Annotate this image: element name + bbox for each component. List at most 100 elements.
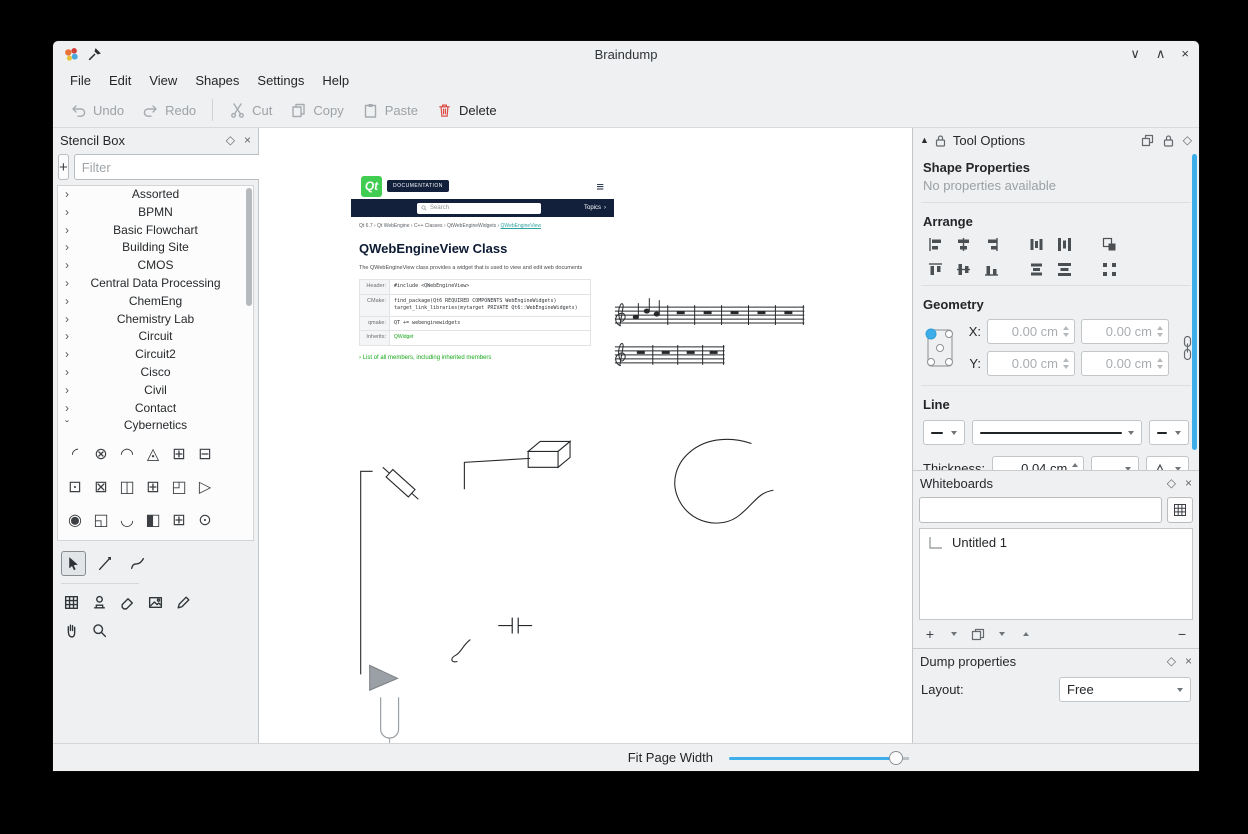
stencil-item-icon[interactable]: ◉ (62, 503, 88, 536)
float-panel-icon[interactable]: ◇ (226, 134, 235, 146)
stencil-category-row[interactable]: › Circuit (58, 328, 253, 346)
triangle-shape[interactable] (370, 665, 398, 690)
expander-arrow-icon[interactable]: › (65, 275, 69, 293)
stencil-category-row[interactable]: › CMOS (58, 257, 253, 275)
redo-button[interactable]: Redo (133, 98, 205, 123)
stencil-category-row[interactable]: › Circuit2 (58, 346, 253, 364)
stencil-item-icon[interactable]: ◻ (114, 536, 140, 541)
zoom-slider-handle[interactable] (889, 751, 903, 765)
y-position-spinbox[interactable]: 0.00 cm (987, 351, 1075, 376)
stencil-category-row[interactable]: › Civil (58, 382, 253, 400)
board-view-button[interactable] (1167, 497, 1193, 523)
position-anchor-widget[interactable] (923, 324, 957, 372)
stencil-item-icon[interactable]: ◰ (166, 470, 192, 503)
squiggle-shape[interactable] (452, 640, 471, 662)
menu-item[interactable]: Edit (100, 70, 140, 91)
duplicate-board-button[interactable] (971, 626, 985, 642)
expander-arrow-icon[interactable]: › (65, 346, 69, 364)
eraser-tool-button[interactable] (117, 592, 138, 613)
height-spinbox[interactable]: 0.00 cm (1081, 351, 1169, 376)
tool-options-scrollbar[interactable] (1192, 154, 1197, 450)
pencil-tool-button[interactable] (173, 592, 194, 613)
stencil-category-row[interactable]: › Building Site (58, 239, 253, 257)
expander-arrow-icon[interactable]: › (65, 222, 69, 240)
image-tool-button[interactable] (145, 592, 166, 613)
undo-button[interactable]: Undo (61, 98, 133, 123)
freehand-tool-button[interactable] (93, 551, 118, 576)
grid-tool-button[interactable] (61, 592, 82, 613)
line-cap-combo[interactable] (923, 420, 965, 445)
chevron-down-icon[interactable] (995, 626, 1009, 642)
menu-item[interactable]: View (140, 70, 186, 91)
diode-shape[interactable] (379, 464, 421, 503)
stencil-category-row[interactable]: ˇ Cybernetics (58, 417, 253, 435)
pan-tool-button[interactable] (61, 620, 82, 641)
layout-combo[interactable]: Free (1059, 677, 1191, 702)
detach-icon[interactable] (1141, 134, 1154, 147)
float-panel-icon[interactable]: ◇ (1167, 477, 1176, 489)
minimize-button[interactable]: ∨ (1130, 41, 1140, 67)
expander-arrow-icon[interactable]: ˇ (65, 417, 69, 435)
expander-arrow-icon[interactable]: › (65, 382, 69, 400)
stencil-item-icon[interactable]: ◜ (62, 437, 88, 470)
stencil-item-icon[interactable]: ◱ (88, 503, 114, 536)
line-style-combo[interactable] (972, 420, 1142, 445)
spread-objects-icon[interactable] (1101, 261, 1118, 278)
group-objects-icon[interactable] (1101, 236, 1118, 253)
width-spinbox[interactable]: 0.00 cm (1081, 319, 1169, 344)
thickness-spinbox[interactable]: 0.04 cm (992, 456, 1084, 470)
stencil-item-icon[interactable]: ▷ (192, 470, 218, 503)
paste-button[interactable]: Paste (353, 98, 427, 123)
copy-button[interactable]: Copy (281, 98, 352, 123)
stencil-category-row[interactable]: › Chemistry Lab (58, 311, 253, 329)
calligraphy-tool-button[interactable] (125, 551, 150, 576)
freehand-curve-shape[interactable] (675, 439, 774, 523)
polyline-shape[interactable] (361, 471, 373, 674)
maximize-button[interactable]: ∧ (1156, 41, 1166, 67)
x-position-spinbox[interactable]: 0.00 cm (987, 319, 1075, 344)
stencil-item-icon[interactable]: ⊞ (140, 470, 166, 503)
lock-icon[interactable] (1163, 134, 1174, 147)
stencil-category-row[interactable]: › Assorted (58, 186, 253, 204)
stencil-item-icon[interactable]: ⊠ (88, 470, 114, 503)
menu-item[interactable]: Settings (248, 70, 313, 91)
align-bottom-icon[interactable] (983, 261, 1000, 278)
capacitor-shape[interactable] (498, 618, 532, 634)
menu-item[interactable]: File (61, 70, 100, 91)
distribute-h-icon[interactable] (1028, 236, 1045, 253)
delete-button[interactable]: Delete (427, 98, 506, 123)
stencil-item-icon[interactable]: ◠ (114, 437, 140, 470)
stencil-item-icon[interactable]: ⊞ (166, 437, 192, 470)
expander-arrow-icon[interactable]: › (65, 186, 69, 204)
stencil-category-row[interactable]: › BPMN (58, 204, 253, 222)
align-vcenter-icon[interactable] (955, 261, 972, 278)
chevron-up-icon[interactable] (1019, 626, 1033, 642)
stencil-item-icon[interactable]: ⊗ (88, 437, 114, 470)
stencil-item-icon[interactable]: ◡ (114, 503, 140, 536)
collapse-icon[interactable]: ▲ (920, 136, 929, 145)
remove-whiteboard-button[interactable]: − (1175, 626, 1189, 642)
menu-item[interactable]: Shapes (186, 70, 248, 91)
stamp-tool-button[interactable] (89, 592, 110, 613)
expander-arrow-icon[interactable]: › (65, 257, 69, 275)
align-left-icon[interactable] (927, 236, 944, 253)
line-end-combo[interactable] (1149, 420, 1189, 445)
stencil-filter-input[interactable] (74, 154, 266, 180)
align-hcenter-icon[interactable] (955, 236, 972, 253)
whiteboard-list-item[interactable]: Untitled 1 (926, 533, 1186, 552)
stencil-category-row[interactable]: › Contact (58, 400, 253, 418)
chevron-down-icon[interactable] (947, 626, 961, 642)
expander-arrow-icon[interactable]: › (65, 311, 69, 329)
stencil-item-icon[interactable]: ⊞ (166, 503, 192, 536)
expander-arrow-icon[interactable]: › (65, 293, 69, 311)
stencil-item-icon[interactable]: ◬ (140, 437, 166, 470)
expander-arrow-icon[interactable]: › (65, 204, 69, 222)
stencil-category-row[interactable]: › Central Data Processing (58, 275, 253, 293)
cut-button[interactable]: Cut (220, 98, 281, 123)
stencil-category-row[interactable]: › ChemEng (58, 293, 253, 311)
add-stencil-button[interactable]: + (58, 154, 69, 180)
dash-options-combo[interactable]: ... (1091, 456, 1138, 470)
stencil-item-icon[interactable]: ⊡ (62, 470, 88, 503)
stencil-item-icon[interactable]: ⊟ (192, 437, 218, 470)
box-3d-shape[interactable] (528, 441, 570, 467)
